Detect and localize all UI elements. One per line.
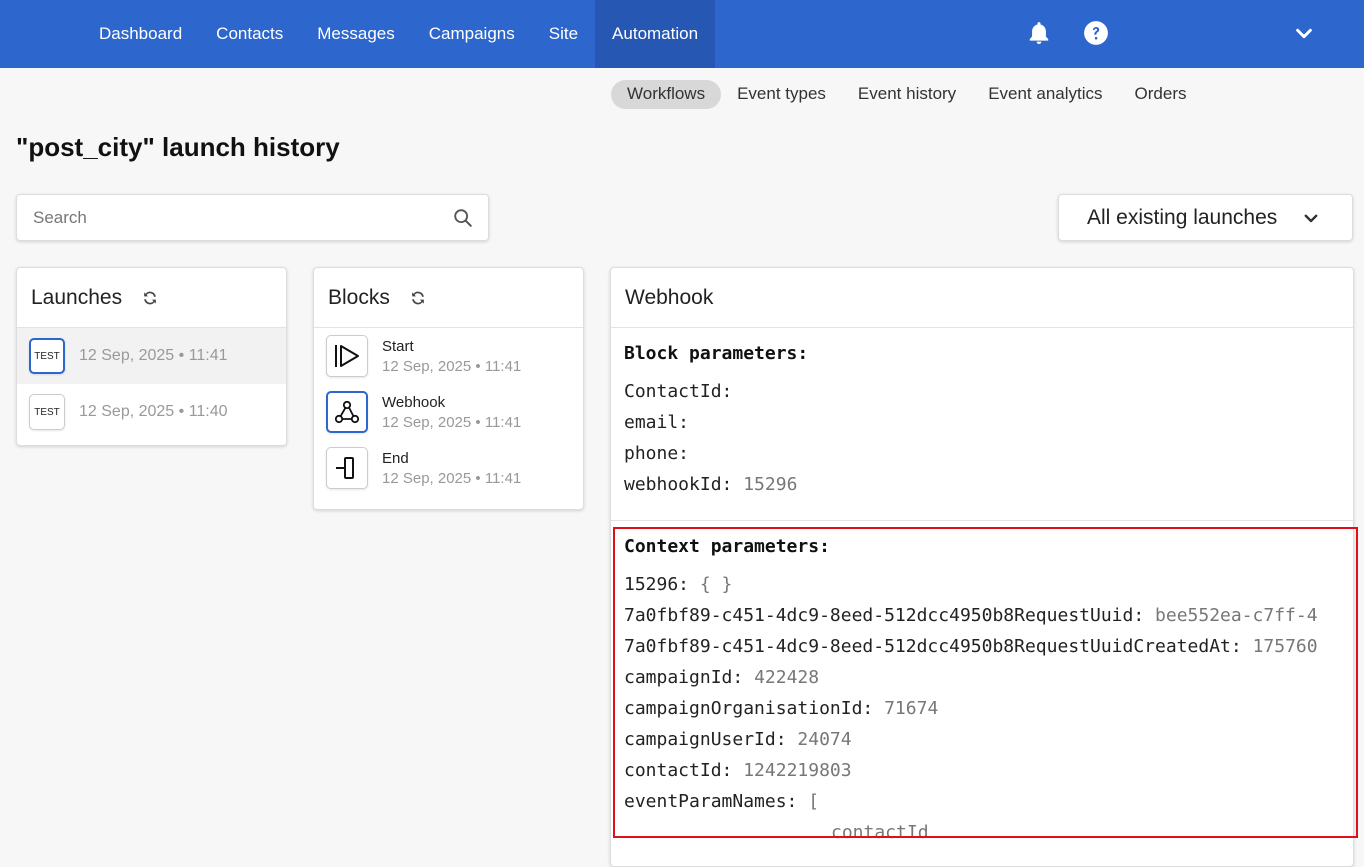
- param-row: eventParamNames: [: [624, 786, 1332, 817]
- test-badge: TEST: [29, 394, 65, 430]
- main-nav: Dashboard Contacts Messages Campaigns Si…: [82, 0, 716, 68]
- start-icon: [326, 335, 368, 377]
- param-row: ContactId:: [624, 376, 808, 407]
- param-key: email:: [624, 412, 690, 433]
- param-value: { }: [699, 574, 733, 595]
- refresh-icon[interactable]: [140, 288, 160, 308]
- launches-title: Launches: [31, 285, 123, 309]
- launch-filter-dropdown[interactable]: All existing launches: [1058, 194, 1353, 241]
- param-row: webhookId: 15296: [624, 469, 808, 500]
- launch-item[interactable]: TEST 12 Sep, 2025 • 11:41: [17, 328, 286, 384]
- block-time: 12 Sep, 2025 • 11:41: [382, 357, 522, 375]
- chevron-down-icon[interactable]: [1293, 22, 1315, 44]
- param-key: webhookId:: [624, 474, 733, 495]
- launches-header: Launches: [17, 268, 286, 328]
- nav-item-site[interactable]: Site: [532, 0, 595, 68]
- param-row: contactId: [624, 817, 1332, 848]
- param-key: eventParamNames:: [624, 791, 798, 812]
- param-row: campaignUserId: 24074: [624, 724, 1332, 755]
- blocks-header: Blocks: [314, 268, 583, 328]
- block-name: Start: [382, 337, 414, 355]
- tab-event-types[interactable]: Event types: [721, 80, 842, 109]
- param-row: campaignOrganisationId: 71674: [624, 693, 1332, 724]
- webhook-title: Webhook: [625, 285, 714, 309]
- param-value: 15296: [743, 474, 798, 495]
- search-box: [16, 194, 489, 241]
- launch-time: 12 Sep, 2025 • 11:40: [79, 403, 228, 420]
- blocks-title: Blocks: [328, 285, 390, 309]
- param-key: ContactId:: [624, 381, 733, 402]
- refresh-icon[interactable]: [408, 288, 428, 308]
- param-row: contactId: 1242219803: [624, 755, 1332, 786]
- launch-filter-value: All existing launches: [1087, 205, 1278, 229]
- webhook-header: Webhook: [611, 268, 1353, 328]
- context-parameters-title: Context parameters:: [624, 536, 830, 557]
- tab-event-history[interactable]: Event history: [842, 80, 972, 109]
- block-item-webhook[interactable]: Webhook 12 Sep, 2025 • 11:41: [314, 384, 583, 440]
- param-row: 7a0fbf89-c451-4dc9-8eed-512dcc4950b8Requ…: [624, 631, 1332, 662]
- param-value: bee552ea-c7ff-4: [1155, 605, 1318, 626]
- nav-item-automation[interactable]: Automation: [595, 0, 716, 68]
- tab-event-analytics[interactable]: Event analytics: [972, 80, 1118, 109]
- block-name: End: [382, 449, 409, 467]
- bell-icon[interactable]: [1026, 20, 1052, 46]
- param-key: 7a0fbf89-c451-4dc9-8eed-512dcc4950b8Requ…: [624, 605, 1145, 626]
- param-key: contactId:: [624, 760, 733, 781]
- tab-workflows[interactable]: Workflows: [611, 79, 722, 109]
- webhook-details-panel: Webhook Block parameters: ContactId: ema…: [610, 267, 1354, 867]
- param-key: campaignId:: [624, 667, 744, 688]
- param-value: 1242219803: [743, 760, 852, 781]
- param-key: campaignOrganisationId:: [624, 698, 874, 719]
- param-value: 24074: [797, 729, 852, 750]
- end-icon: [326, 447, 368, 489]
- launch-item[interactable]: TEST 12 Sep, 2025 • 11:40: [17, 384, 286, 440]
- param-key: phone:: [624, 443, 690, 464]
- page-title: "post_city" launch history: [16, 132, 340, 162]
- param-row: 15296: { }: [624, 569, 1332, 600]
- blocks-panel: Blocks Start 12 Sep, 2025 • 11:41 Webhoo…: [313, 267, 584, 510]
- param-value: 422428: [754, 667, 820, 688]
- param-row: email:: [624, 407, 808, 438]
- param-value: 175760: [1252, 636, 1318, 657]
- param-row: phone:: [624, 438, 808, 469]
- nav-item-messages[interactable]: Messages: [300, 0, 411, 68]
- chevron-down-icon: [1304, 214, 1318, 223]
- block-time: 12 Sep, 2025 • 11:41: [382, 469, 522, 487]
- param-key: 7a0fbf89-c451-4dc9-8eed-512dcc4950b8Requ…: [624, 636, 1242, 657]
- search-icon[interactable]: [452, 207, 474, 229]
- block-time: 12 Sep, 2025 • 11:41: [382, 413, 522, 431]
- help-icon[interactable]: [1083, 20, 1109, 46]
- sub-nav: Workflows Event types Event history Even…: [611, 79, 1203, 109]
- nav-item-contacts[interactable]: Contacts: [199, 0, 300, 68]
- launches-panel: Launches TEST 12 Sep, 2025 • 11:41 TEST …: [16, 267, 287, 446]
- top-nav-bar: Dashboard Contacts Messages Campaigns Si…: [0, 0, 1364, 68]
- param-key: campaignUserId:: [624, 729, 787, 750]
- divider: [611, 520, 1353, 521]
- param-value: [: [808, 791, 820, 812]
- block-name: Webhook: [382, 393, 446, 411]
- nav-item-dashboard[interactable]: Dashboard: [82, 0, 199, 68]
- block-item-end[interactable]: End 12 Sep, 2025 • 11:41: [314, 440, 583, 496]
- webhook-icon: [326, 391, 368, 433]
- param-key: 15296:: [624, 574, 690, 595]
- nav-item-campaigns[interactable]: Campaigns: [412, 0, 532, 68]
- param-row: 7a0fbf89-c451-4dc9-8eed-512dcc4950b8Requ…: [624, 600, 1332, 631]
- search-input[interactable]: [33, 205, 453, 231]
- block-parameters: Block parameters: ContactId: email: phon…: [611, 343, 821, 500]
- launch-time: 12 Sep, 2025 • 11:41: [79, 347, 228, 364]
- param-value: contactId: [831, 822, 929, 843]
- block-item-start[interactable]: Start 12 Sep, 2025 • 11:41: [314, 328, 583, 384]
- context-parameters: Context parameters: 15296: { } 7a0fbf89-…: [611, 536, 1345, 848]
- block-parameters-title: Block parameters:: [624, 343, 809, 364]
- test-badge: TEST: [29, 338, 65, 374]
- param-row: campaignId: 422428: [624, 662, 1332, 693]
- param-value: 71674: [884, 698, 939, 719]
- tab-orders[interactable]: Orders: [1119, 80, 1203, 109]
